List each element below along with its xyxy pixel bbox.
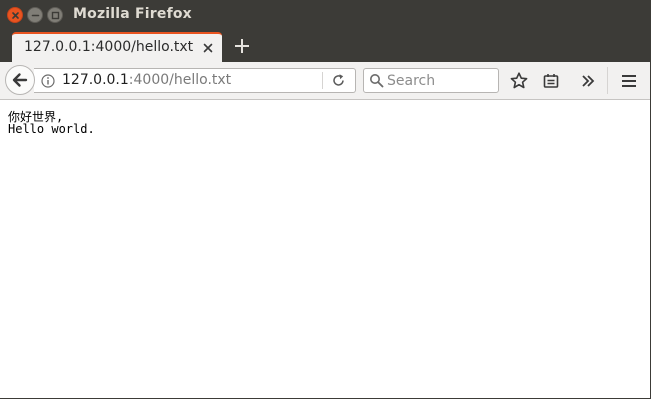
url-host: 127.0.0.1 xyxy=(62,72,129,88)
url-bar[interactable]: 127.0.0.1:4000/hello.txt xyxy=(34,68,356,93)
window-close-button[interactable] xyxy=(7,7,23,23)
tab-label: 127.0.0.1:4000/hello.txt xyxy=(24,39,194,55)
back-button[interactable] xyxy=(5,65,35,95)
url-text[interactable]: 127.0.0.1:4000/hello.txt xyxy=(62,72,231,88)
bookmark-star-icon[interactable] xyxy=(509,71,529,91)
close-icon[interactable] xyxy=(201,41,215,55)
tab-hello-txt[interactable]: 127.0.0.1:4000/hello.txt xyxy=(12,32,222,62)
window-title: Mozilla Firefox xyxy=(73,6,192,22)
search-input[interactable] xyxy=(387,71,495,90)
toolbar-divider xyxy=(607,67,608,94)
hamburger-menu-icon[interactable] xyxy=(619,71,639,91)
tab-strip: 127.0.0.1:4000/hello.txt xyxy=(0,30,650,62)
window-maximize-button[interactable] xyxy=(47,7,63,23)
title-bar: Mozilla Firefox xyxy=(0,0,650,30)
reload-icon[interactable] xyxy=(331,73,346,88)
window-minimize-button[interactable] xyxy=(27,7,43,23)
search-icon xyxy=(370,74,384,88)
maximize-icon xyxy=(51,11,60,20)
navigation-toolbar: 127.0.0.1:4000/hello.txt xyxy=(0,62,650,100)
url-path: :4000/hello.txt xyxy=(128,72,232,88)
reading-list-icon[interactable] xyxy=(541,71,561,91)
text-line-2: Hello world. xyxy=(8,122,95,136)
firefox-window: Mozilla Firefox 127.0.0.1:4000/hello.txt… xyxy=(0,0,651,399)
close-icon xyxy=(12,12,19,19)
url-divider xyxy=(322,72,323,89)
overflow-chevron-icon[interactable] xyxy=(578,71,598,91)
page-content: 你好世界, Hello world. xyxy=(0,100,650,398)
info-icon[interactable] xyxy=(41,74,55,88)
minimize-icon xyxy=(31,14,40,17)
search-bar[interactable] xyxy=(363,68,499,93)
plus-icon[interactable] xyxy=(232,36,252,56)
back-arrow-icon xyxy=(12,73,28,87)
